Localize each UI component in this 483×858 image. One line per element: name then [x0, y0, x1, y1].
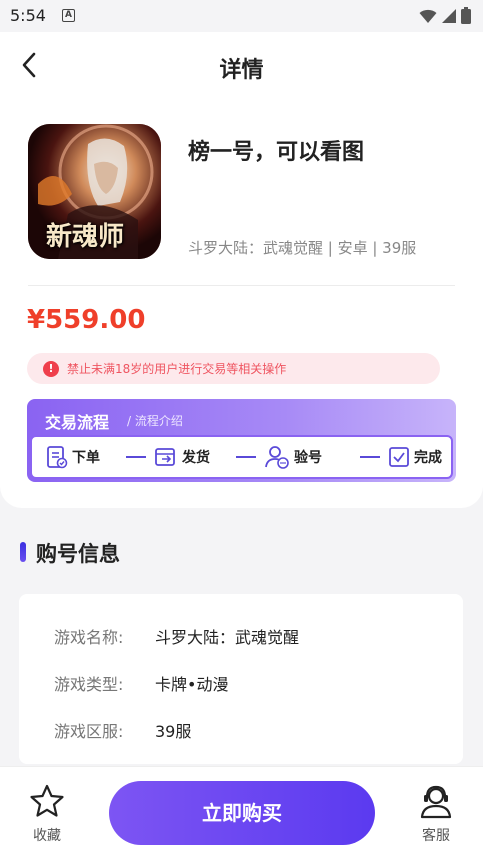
step-label: 下单: [72, 450, 100, 466]
checklist-icon: [389, 447, 409, 467]
favorite-label: 收藏: [33, 828, 61, 844]
status-time: 5:54: [10, 6, 46, 25]
headset-agent-icon: [420, 785, 452, 819]
game-icon-lettering: 新魂师: [46, 222, 125, 252]
info-label-game-server: 游戏区服:: [54, 722, 124, 741]
game-title: 榜一号，可以看图: [188, 140, 365, 165]
step-label: 完成: [414, 450, 442, 466]
star-icon: [30, 784, 64, 817]
step-label: 验号: [294, 450, 322, 466]
age-warning: ! 禁止未满18岁的用户进行交易等相关操作: [27, 353, 440, 384]
customer-service-button[interactable]: 客服: [411, 783, 461, 845]
game-icon: 新魂师: [28, 124, 161, 259]
header: 详情: [0, 32, 483, 98]
step-order: 下单: [46, 445, 100, 469]
step-done: 完成: [388, 446, 442, 468]
step-connector: [126, 456, 146, 458]
status-indicators: [419, 7, 471, 24]
page-title: 详情: [219, 58, 264, 83]
wifi-icon: [419, 9, 437, 23]
price: ¥559.00: [27, 305, 146, 335]
trade-flow[interactable]: 交易流程 / 流程介绍 下单 发货 验号 完成: [27, 399, 456, 482]
user-verify-icon: [265, 446, 289, 469]
game-meta: 斗罗大陆：武魂觉醒 | 安卓 | 39服: [188, 239, 417, 257]
section-accent-bar: [20, 542, 26, 562]
signal-icon: [442, 8, 456, 23]
step-ship: 发货: [154, 446, 210, 468]
step-connector: [236, 456, 256, 458]
warning-icon: !: [43, 360, 59, 377]
divider: [28, 285, 455, 286]
trade-flow-steps: 下单 发货 验号 完成: [30, 435, 453, 479]
bottom-action-bar: 收藏 立即购买 客服: [0, 766, 483, 858]
info-value-game-server: 39服: [155, 722, 192, 741]
status-bar: 5:54 A: [0, 0, 483, 32]
trade-flow-subtitle: / 流程介绍: [127, 414, 183, 428]
info-label-game-type: 游戏类型:: [54, 675, 124, 694]
info-value-game-type: 卡牌•动漫: [155, 675, 229, 694]
step-verify: 验号: [264, 445, 322, 469]
warning-text: 禁止未满18岁的用户进行交易等相关操作: [67, 362, 287, 376]
info-value-game-name: 斗罗大陆：武魂觉醒: [155, 628, 300, 647]
trade-flow-title: 交易流程: [45, 413, 110, 432]
step-label: 发货: [182, 450, 210, 466]
order-doc-icon: [47, 446, 68, 469]
battery-icon: [461, 7, 471, 24]
favorite-button[interactable]: 收藏: [22, 783, 72, 845]
account-info-card: 游戏名称: 斗罗大陆：武魂觉醒 游戏类型: 卡牌•动漫 游戏区服: 39服: [19, 594, 463, 764]
notification-a-icon: A: [62, 9, 75, 22]
section-title: 购号信息: [36, 542, 120, 566]
service-label: 客服: [422, 828, 450, 844]
step-connector: [360, 456, 380, 458]
shipping-box-icon: [155, 448, 175, 466]
buy-now-button[interactable]: 立即购买: [109, 781, 375, 845]
info-label-game-name: 游戏名称:: [54, 628, 124, 647]
